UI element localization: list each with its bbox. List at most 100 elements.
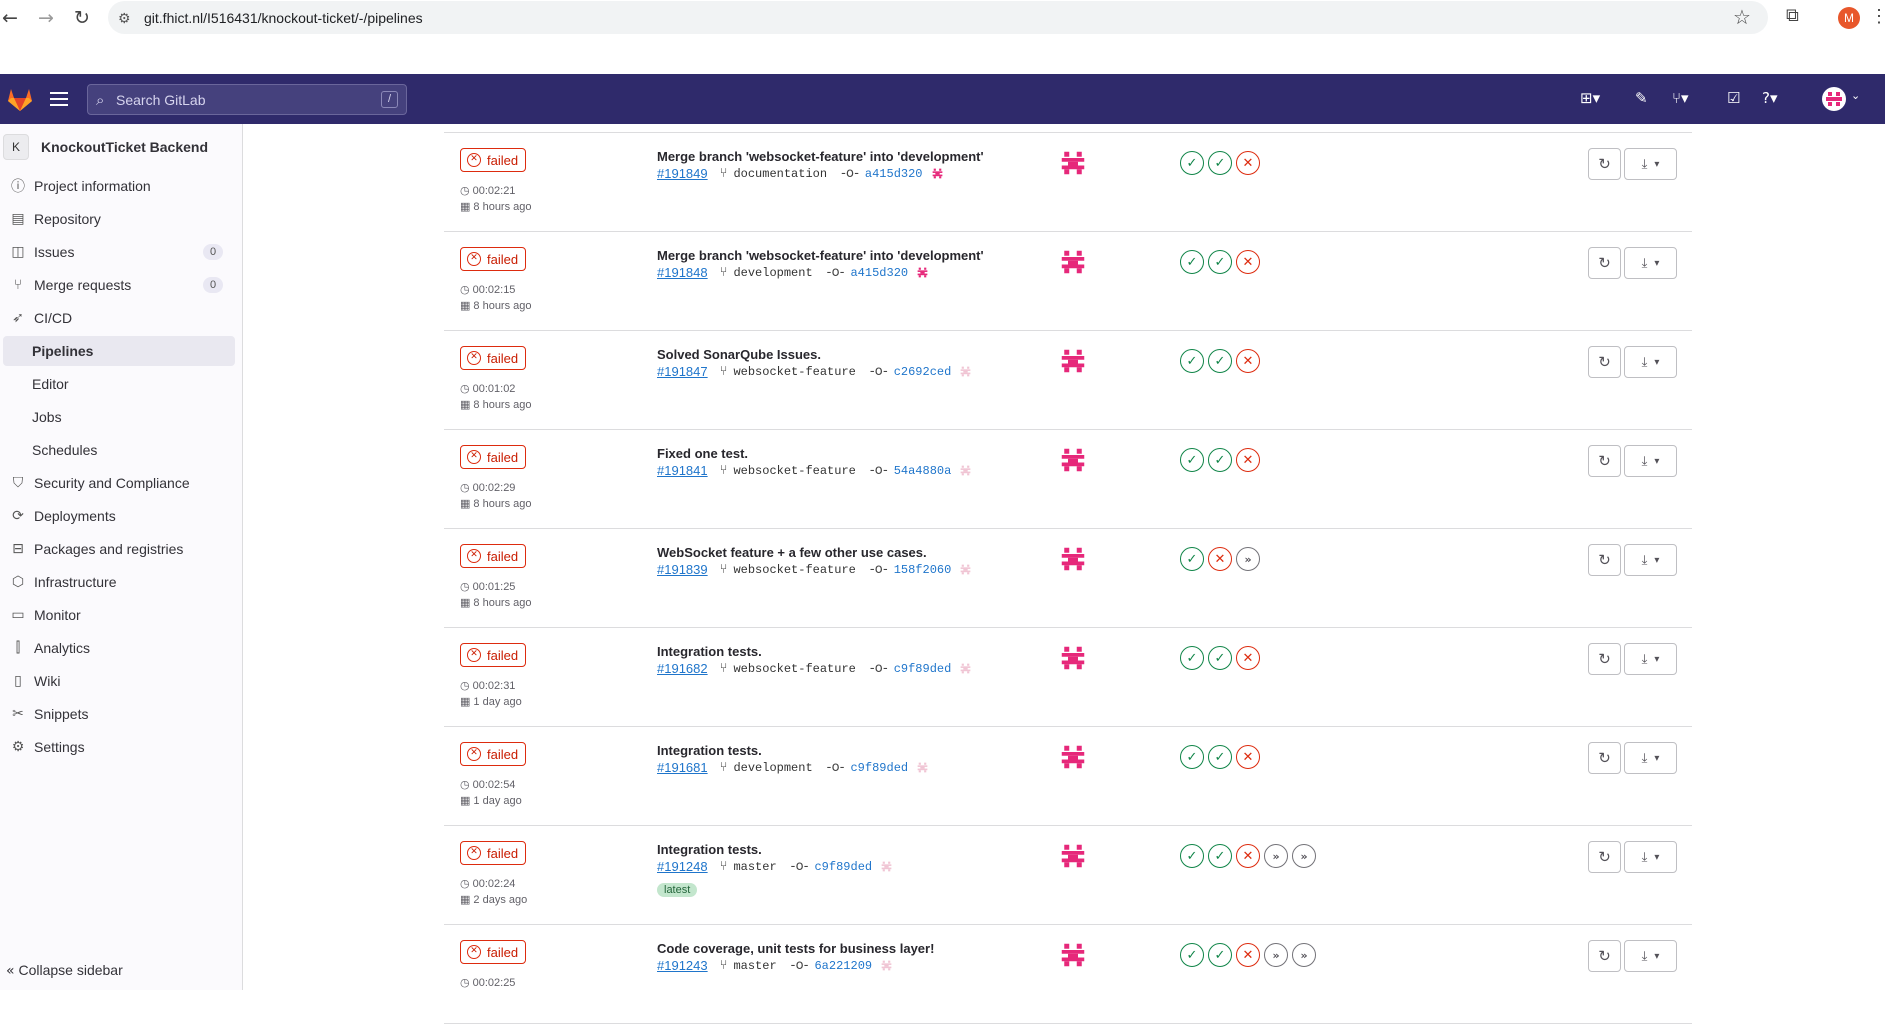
retry-button[interactable]: ↻ bbox=[1588, 445, 1621, 477]
forward-icon[interactable]: → bbox=[34, 6, 58, 30]
stage-ok-icon[interactable]: ✓ bbox=[1180, 844, 1204, 868]
stage-ok-icon[interactable]: ✓ bbox=[1180, 646, 1204, 670]
commit-sha-link[interactable]: 158f2060 bbox=[894, 563, 952, 577]
user-avatar[interactable] bbox=[1822, 87, 1846, 111]
stage-ok-icon[interactable]: ✓ bbox=[1208, 745, 1232, 769]
commit-title[interactable]: Integration tests. bbox=[657, 842, 762, 857]
commit-title[interactable]: Integration tests. bbox=[657, 743, 762, 758]
site-info-icon[interactable]: ⚙ bbox=[118, 10, 131, 27]
download-artifacts-button[interactable]: ⤓ ▾ bbox=[1624, 940, 1677, 972]
branch-name[interactable]: development bbox=[733, 761, 812, 775]
stage-skip-icon[interactable]: » bbox=[1264, 943, 1288, 967]
sidebar-item-infrastructure[interactable]: ⬡ Infrastructure bbox=[3, 567, 235, 597]
download-artifacts-button[interactable]: ⤓ ▾ bbox=[1624, 346, 1677, 378]
stage-ok-icon[interactable]: ✓ bbox=[1208, 250, 1232, 274]
download-artifacts-button[interactable]: ⤓ ▾ bbox=[1624, 841, 1677, 873]
stage-ok-icon[interactable]: ✓ bbox=[1208, 844, 1232, 868]
stage-ok-icon[interactable]: ✓ bbox=[1208, 646, 1232, 670]
status-badge[interactable]: ✕ failed bbox=[460, 247, 527, 271]
merge-requests-header-icon[interactable]: ⑂▾ bbox=[1672, 89, 1689, 107]
stage-fail-icon[interactable]: ✕ bbox=[1208, 547, 1232, 571]
commit-title[interactable]: Code coverage, unit tests for business l… bbox=[657, 941, 934, 956]
sidebar-item-settings[interactable]: ⚙ Settings bbox=[3, 732, 235, 762]
status-badge[interactable]: ✕ failed bbox=[460, 346, 527, 370]
status-badge[interactable]: ✕ failed bbox=[460, 148, 527, 172]
branch-name[interactable]: websocket-feature bbox=[733, 365, 855, 379]
retry-button[interactable]: ↻ bbox=[1588, 247, 1621, 279]
sidebar-item-snippets[interactable]: ✂ Snippets bbox=[3, 699, 235, 729]
commit-sha-link[interactable]: c9f89ded bbox=[894, 662, 952, 676]
stage-ok-icon[interactable]: ✓ bbox=[1208, 943, 1232, 967]
pipeline-id-link[interactable]: #191847 bbox=[657, 364, 708, 379]
retry-button[interactable]: ↻ bbox=[1588, 643, 1621, 675]
collapse-sidebar-button[interactable]: « Collapse sidebar bbox=[6, 962, 123, 979]
commit-title[interactable]: Solved SonarQube Issues. bbox=[657, 347, 821, 362]
sidebar-item-project-information[interactable]: ⓘ Project information bbox=[3, 171, 235, 201]
stage-ok-icon[interactable]: ✓ bbox=[1208, 151, 1232, 175]
pipeline-id-link[interactable]: #191839 bbox=[657, 562, 708, 577]
stage-fail-icon[interactable]: ✕ bbox=[1236, 349, 1260, 373]
download-artifacts-button[interactable]: ⤓ ▾ bbox=[1624, 742, 1677, 774]
help-icon[interactable]: ?▾ bbox=[1762, 89, 1778, 107]
retry-button[interactable]: ↻ bbox=[1588, 148, 1621, 180]
gitlab-logo-icon[interactable] bbox=[6, 86, 34, 112]
pipeline-id-link[interactable]: #191849 bbox=[657, 166, 708, 181]
status-badge[interactable]: ✕ failed bbox=[460, 940, 527, 964]
retry-button[interactable]: ↻ bbox=[1588, 346, 1621, 378]
url-text[interactable]: git.fhict.nl/I516431/knockout-ticket/-/p… bbox=[144, 10, 423, 26]
stage-fail-icon[interactable]: ✕ bbox=[1236, 943, 1260, 967]
browser-profile-avatar[interactable]: M bbox=[1838, 7, 1860, 29]
extensions-icon[interactable]: ⧉ bbox=[1786, 5, 1799, 26]
branch-name[interactable]: master bbox=[733, 959, 776, 973]
status-badge[interactable]: ✕ failed bbox=[460, 544, 527, 568]
pipeline-id-link[interactable]: #191681 bbox=[657, 760, 708, 775]
status-badge[interactable]: ✕ failed bbox=[460, 841, 527, 865]
sidebar-sub-editor[interactable]: Editor bbox=[3, 369, 235, 399]
download-artifacts-button[interactable]: ⤓ ▾ bbox=[1624, 445, 1677, 477]
status-badge[interactable]: ✕ failed bbox=[460, 643, 527, 667]
commit-sha-link[interactable]: a415d320 bbox=[865, 167, 923, 181]
search-input[interactable]: ⌕ Search GitLab / bbox=[87, 84, 407, 115]
todo-icon[interactable]: ☑ bbox=[1727, 89, 1740, 107]
branch-name[interactable]: websocket-feature bbox=[733, 563, 855, 577]
retry-button[interactable]: ↻ bbox=[1588, 742, 1621, 774]
pipeline-id-link[interactable]: #191848 bbox=[657, 265, 708, 280]
stage-skip-icon[interactable]: » bbox=[1236, 547, 1260, 571]
download-artifacts-button[interactable]: ⤓ ▾ bbox=[1624, 643, 1677, 675]
sidebar-sub-pipelines[interactable]: Pipelines bbox=[3, 336, 235, 366]
sidebar-item-repository[interactable]: ▤ Repository bbox=[3, 204, 235, 234]
stage-ok-icon[interactable]: ✓ bbox=[1180, 745, 1204, 769]
sidebar-item-packages[interactable]: ⊟ Packages and registries bbox=[3, 534, 235, 564]
download-artifacts-button[interactable]: ⤓ ▾ bbox=[1624, 544, 1677, 576]
download-artifacts-button[interactable]: ⤓ ▾ bbox=[1624, 148, 1677, 180]
commit-sha-link[interactable]: c9f89ded bbox=[814, 860, 872, 874]
pipeline-id-link[interactable]: #191682 bbox=[657, 661, 708, 676]
browser-menu-icon[interactable]: ⋮ bbox=[1870, 6, 1885, 27]
branch-name[interactable]: websocket-feature bbox=[733, 662, 855, 676]
commit-title[interactable]: Merge branch 'websocket-feature' into 'd… bbox=[657, 248, 984, 263]
pipeline-id-link[interactable]: #191243 bbox=[657, 958, 708, 973]
sidebar-item-deployments[interactable]: ⟳ Deployments bbox=[3, 501, 235, 531]
main-menu-icon[interactable] bbox=[50, 88, 68, 108]
commit-sha-link[interactable]: c9f89ded bbox=[850, 761, 908, 775]
retry-button[interactable]: ↻ bbox=[1588, 940, 1621, 972]
back-icon[interactable]: ← bbox=[0, 6, 22, 30]
stage-ok-icon[interactable]: ✓ bbox=[1208, 448, 1232, 472]
commit-sha-link[interactable]: 6a221209 bbox=[814, 959, 872, 973]
commit-title[interactable]: Merge branch 'websocket-feature' into 'd… bbox=[657, 149, 984, 164]
commit-sha-link[interactable]: 54a4880a bbox=[894, 464, 952, 478]
sidebar-sub-jobs[interactable]: Jobs bbox=[3, 402, 235, 432]
commit-sha-link[interactable]: a415d320 bbox=[850, 266, 908, 280]
sidebar-item-wiki[interactable]: ▯ Wiki bbox=[3, 666, 235, 696]
stage-fail-icon[interactable]: ✕ bbox=[1236, 448, 1260, 472]
sidebar-item-merge-requests[interactable]: ⑂ Merge requests 0 bbox=[3, 270, 235, 300]
sidebar-item-issues[interactable]: ◫ Issues 0 bbox=[3, 237, 235, 267]
commit-title[interactable]: Fixed one test. bbox=[657, 446, 748, 461]
branch-name[interactable]: documentation bbox=[733, 167, 827, 181]
stage-fail-icon[interactable]: ✕ bbox=[1236, 844, 1260, 868]
sidebar-item-cicd[interactable]: ➶ CI/CD bbox=[3, 303, 235, 333]
sidebar-item-monitor[interactable]: ▭ Monitor bbox=[3, 600, 235, 630]
retry-button[interactable]: ↻ bbox=[1588, 841, 1621, 873]
status-badge[interactable]: ✕ failed bbox=[460, 742, 527, 766]
commit-title[interactable]: WebSocket feature + a few other use case… bbox=[657, 545, 927, 560]
